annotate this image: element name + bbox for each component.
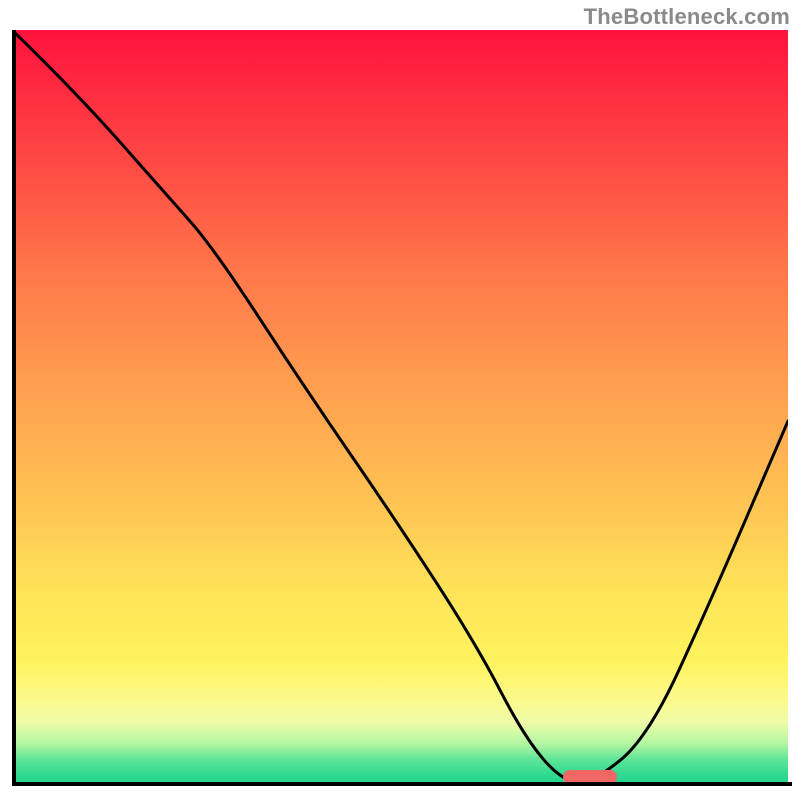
- x-axis-line: [12, 782, 792, 786]
- chart-container: TheBottleneck.com: [0, 0, 800, 800]
- bottleneck-curve: [12, 30, 788, 782]
- optimal-range-marker: [563, 770, 617, 782]
- y-axis-line: [12, 30, 16, 786]
- plot-area: [12, 30, 788, 782]
- attribution-text: TheBottleneck.com: [584, 4, 790, 30]
